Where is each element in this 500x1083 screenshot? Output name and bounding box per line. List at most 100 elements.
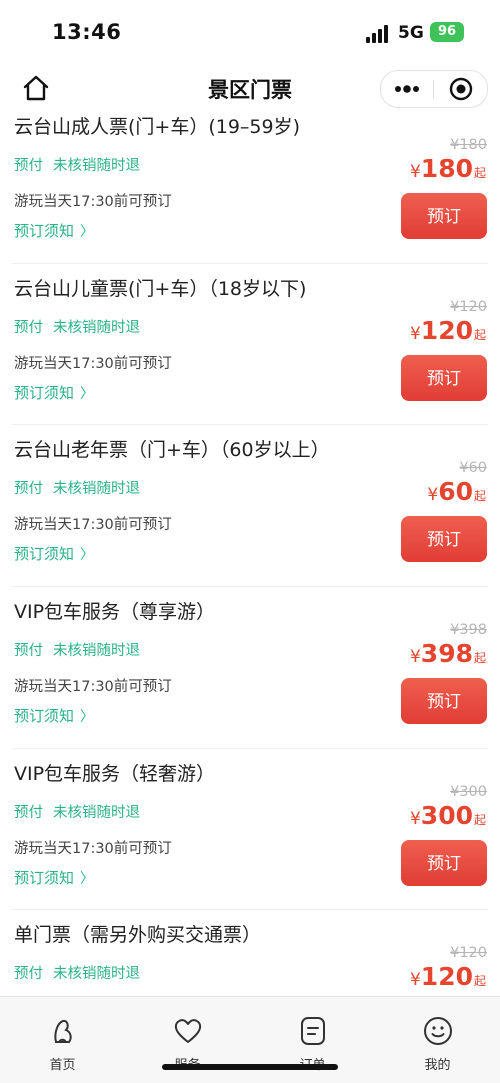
currency-symbol: ¥ xyxy=(409,970,421,991)
original-price: ¥120 xyxy=(450,298,487,315)
ticket-item: VIP包车服务（尊享游） 预付 未核销随时退 游玩当天17:30前可预订 预订须知… xyxy=(12,587,488,749)
book-button[interactable]: 预订 xyxy=(401,354,487,401)
ticket-tags: 预付 未核销随时退 xyxy=(14,154,140,175)
tag-refund: 未核销随时退 xyxy=(53,804,140,821)
tab-service[interactable]: 服务 xyxy=(125,997,250,1083)
chevron-right-icon: 〉 xyxy=(80,709,95,726)
original-price: ¥398 xyxy=(450,622,487,639)
heart-icon xyxy=(174,1019,202,1043)
ticket-tags: 预付 未核销随时退 xyxy=(14,801,140,822)
current-price: ¥300起 xyxy=(410,801,486,830)
tab-home[interactable]: 首页 xyxy=(0,997,125,1083)
ticket-name: 云台山儿童票(门+车）（18岁以下) xyxy=(14,277,307,300)
currency-symbol: ¥ xyxy=(409,808,421,829)
notice-label: 预订须知 xyxy=(14,383,75,402)
chevron-right-icon: 〉 xyxy=(80,870,95,887)
original-price: ¥60 xyxy=(459,460,487,477)
book-button[interactable]: 预订 xyxy=(401,193,487,239)
tag-refund: 未核销随时退 xyxy=(53,158,140,174)
booking-deadline: 游玩当天17:30前可预订 xyxy=(14,840,172,857)
home-button[interactable] xyxy=(18,70,54,106)
home-indicator xyxy=(162,1064,338,1070)
chevron-right-icon: 〉 xyxy=(80,547,95,564)
tag-refund: 未核销随时退 xyxy=(53,319,140,336)
currency-symbol: ¥ xyxy=(409,323,421,344)
booking-notice-link[interactable]: 预订须知〉 xyxy=(14,220,94,241)
tag-refund: 未核销随时退 xyxy=(53,481,140,498)
ticket-name: 单门票（需另外购买交通票） xyxy=(14,924,262,947)
ticket-tags: 预付 未核销随时退 xyxy=(14,639,140,660)
book-button[interactable]: 预订 xyxy=(401,839,487,886)
notice-label: 预订须知 xyxy=(14,707,75,726)
status-time: 13:46 xyxy=(52,20,122,44)
booking-deadline: 游玩当天17:30前可预订 xyxy=(14,194,172,210)
booking-notice-link[interactable]: 预订须知〉 xyxy=(14,705,94,726)
tab-orders[interactable]: 订单 xyxy=(250,997,375,1083)
tag-prepay: 预付 xyxy=(14,158,43,174)
ticket-name: VIP包车服务（轻奢游） xyxy=(14,762,216,785)
currency-symbol: ¥ xyxy=(409,162,421,182)
booking-notice-link[interactable]: 预订须知〉 xyxy=(14,543,94,564)
notice-label: 预订须知 xyxy=(14,868,75,887)
price-suffix: 起 xyxy=(473,489,486,504)
price-suffix: 起 xyxy=(473,327,486,342)
price-amount: 120 xyxy=(420,962,473,992)
tag-refund: 未核销随时退 xyxy=(53,643,140,660)
ticket-name: 云台山成人票(门+车）(19–59岁) xyxy=(14,116,301,138)
booking-deadline: 游玩当天17:30前可预订 xyxy=(14,355,172,372)
tag-refund: 未核销随时退 xyxy=(53,966,140,983)
tag-prepay: 预付 xyxy=(14,966,43,983)
home-icon xyxy=(23,75,49,101)
order-icon xyxy=(301,1017,325,1045)
booking-notice-link[interactable]: 预订须知〉 xyxy=(14,382,94,403)
price-amount: 60 xyxy=(438,477,473,507)
book-button[interactable]: 预订 xyxy=(401,678,487,725)
current-price: ¥180起 xyxy=(410,154,486,183)
price-suffix: 起 xyxy=(473,812,486,827)
current-price: ¥60起 xyxy=(427,477,486,506)
price-amount: 120 xyxy=(420,315,473,345)
battery-icon: 96 xyxy=(430,22,464,42)
ticket-name: VIP包车服务（尊享游） xyxy=(14,601,216,624)
target-circle-icon xyxy=(449,77,472,101)
current-price: ¥120起 xyxy=(410,962,486,991)
price-suffix: 起 xyxy=(473,651,486,666)
ticket-tags: 预付 未核销随时退 xyxy=(14,477,140,498)
current-price: ¥120起 xyxy=(410,316,486,345)
tab-label: 我的 xyxy=(424,1058,451,1073)
home-icon xyxy=(54,1019,72,1043)
price-amount: 398 xyxy=(420,639,473,669)
original-price: ¥120 xyxy=(450,945,487,962)
booking-notice-link[interactable]: 预订须知〉 xyxy=(14,867,94,888)
tab-label: 首页 xyxy=(49,1058,76,1073)
price-suffix: 起 xyxy=(473,974,486,989)
original-price: ¥300 xyxy=(450,783,487,800)
price-amount: 300 xyxy=(420,800,473,830)
ticket-item: 云台山老年票（门+车）（60岁以上） 预付 未核销随时退 游玩当天17:30前可预… xyxy=(12,425,488,588)
ticket-item: VIP包车服务（轻奢游） 预付 未核销随时退 游玩当天17:30前可预订 预订须知… xyxy=(12,749,488,911)
notice-label: 预订须知 xyxy=(14,545,75,564)
notice-label: 预订须知 xyxy=(14,222,75,240)
booking-deadline: 游玩当天17:30前可预订 xyxy=(14,679,172,696)
signal-icon xyxy=(366,25,390,43)
booking-deadline: 游玩当天17:30前可预订 xyxy=(14,517,172,534)
currency-symbol: ¥ xyxy=(427,485,439,506)
ticket-list[interactable]: 云台山成人票(门+车）(19–59岁) 预付 未核销随时退 游玩当天17:30前可… xyxy=(0,102,500,996)
ticket-item: 单门票（需另外购买交通票） 预付 未核销随时退 ¥120 ¥120起 xyxy=(12,910,488,996)
original-price: ¥180 xyxy=(450,137,487,153)
tab-mine[interactable]: 我的 xyxy=(375,997,500,1083)
chevron-right-icon: 〉 xyxy=(80,385,95,402)
current-price: ¥398起 xyxy=(410,639,486,668)
price-amount: 180 xyxy=(420,154,473,183)
ticket-tags: 预付 未核销随时退 xyxy=(14,962,140,983)
tag-prepay: 预付 xyxy=(14,643,43,660)
currency-symbol: ¥ xyxy=(409,647,421,668)
tag-prepay: 预付 xyxy=(14,319,43,336)
ticket-name: 云台山老年票（门+车）（60岁以上） xyxy=(14,439,330,462)
network-type: 5G xyxy=(398,23,424,43)
tag-prepay: 预付 xyxy=(14,481,43,498)
price-suffix: 起 xyxy=(473,166,486,180)
chevron-right-icon: 〉 xyxy=(80,224,95,240)
book-button[interactable]: 预订 xyxy=(401,516,487,563)
ticket-item: 云台山儿童票(门+车）（18岁以下) 预付 未核销随时退 游玩当天17:30前可预… xyxy=(12,264,488,426)
